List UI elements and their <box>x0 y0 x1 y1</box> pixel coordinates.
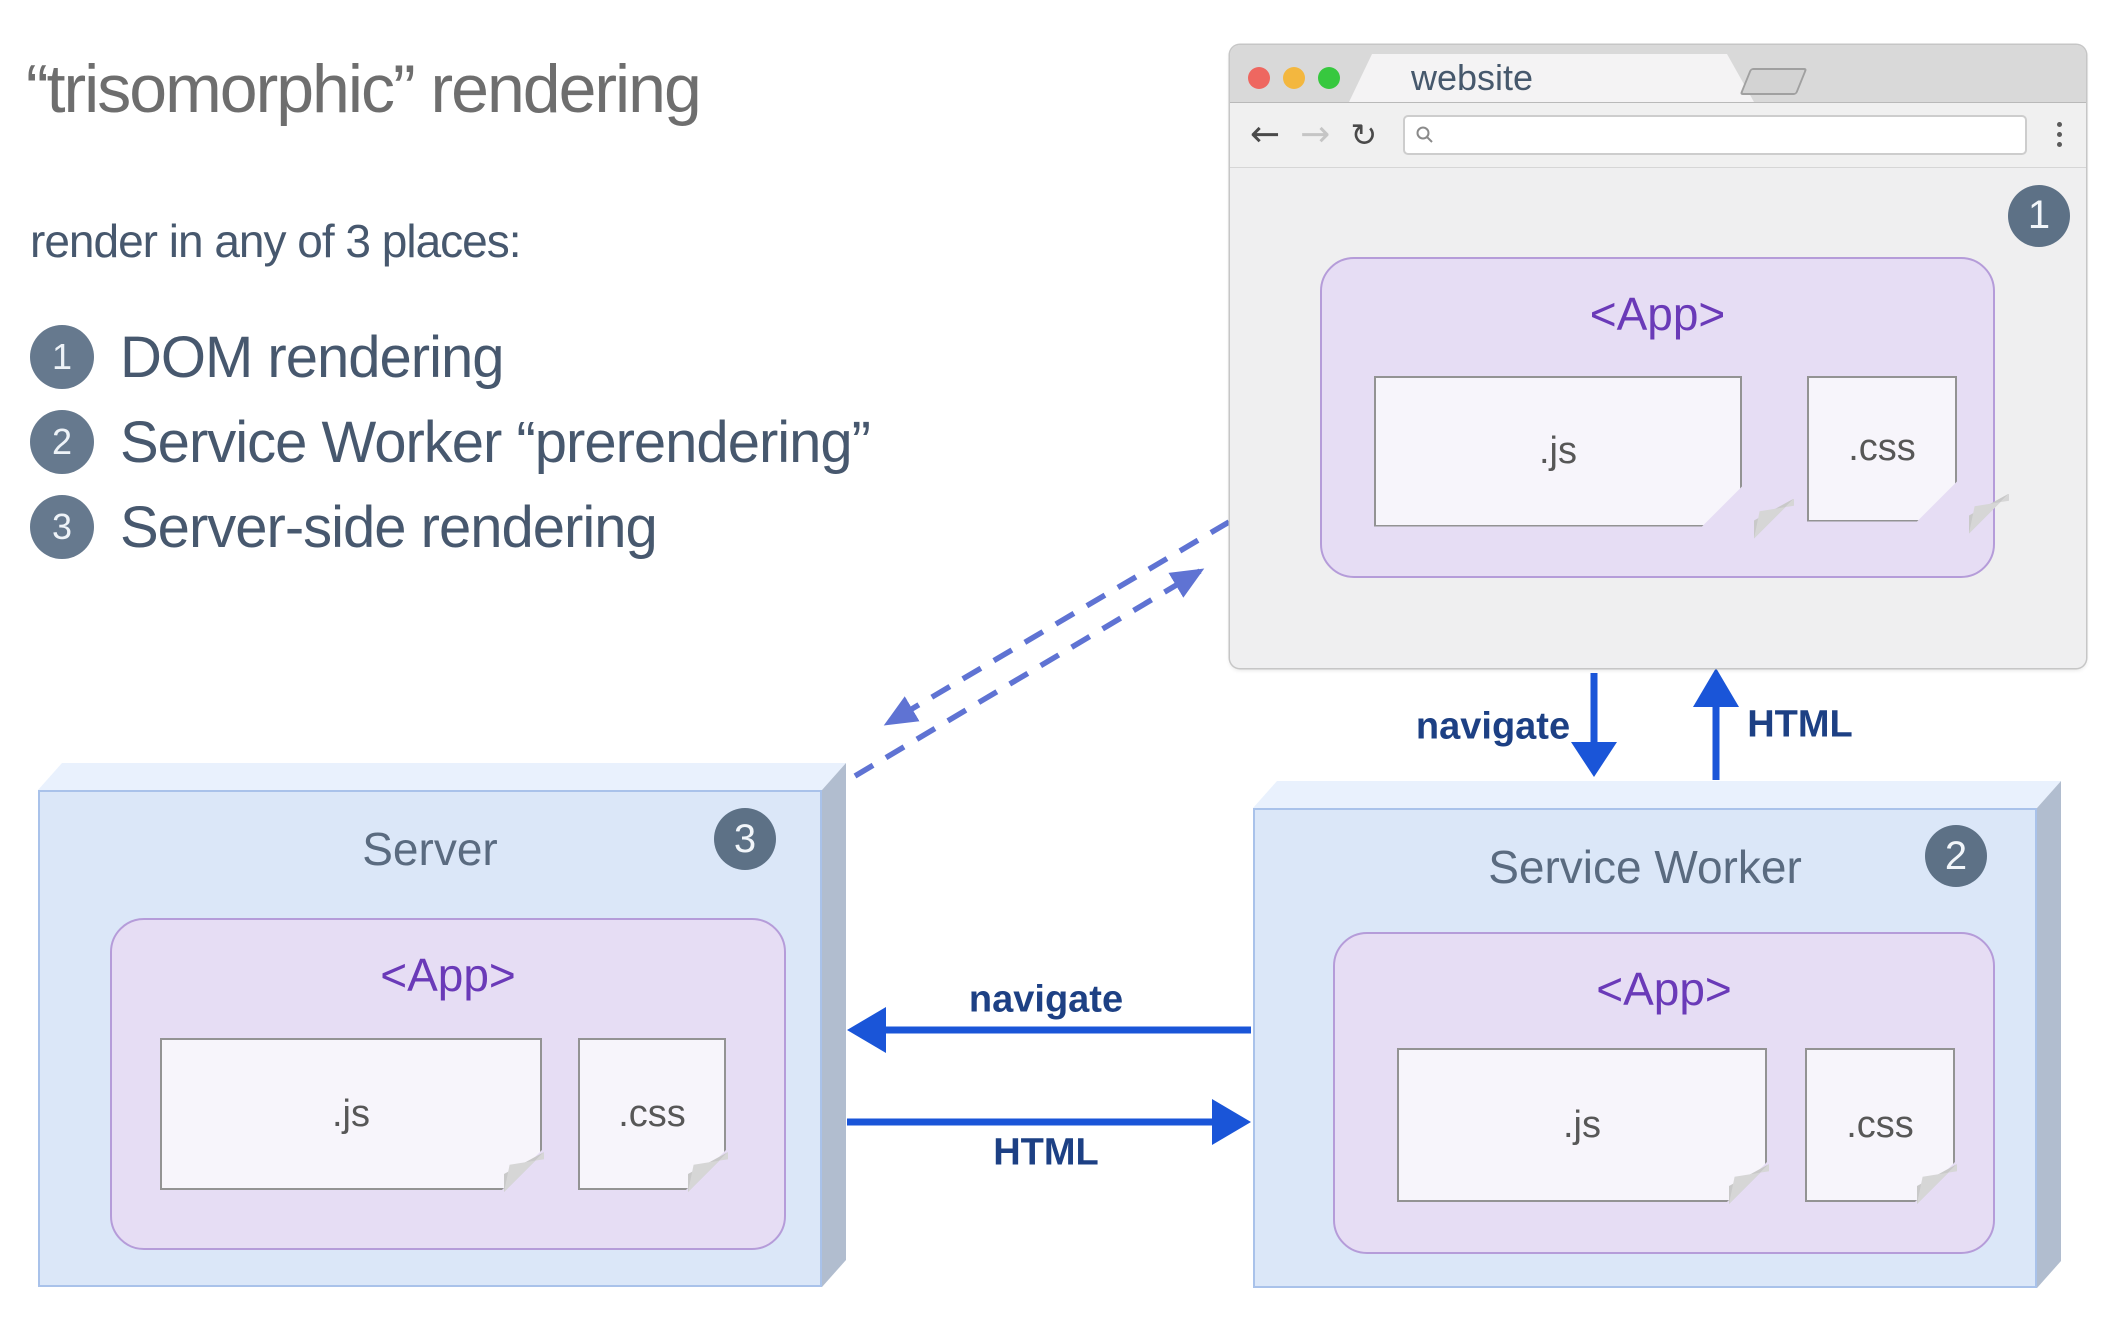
app-label: <App> <box>1596 963 1732 1015</box>
slide-canvas: “trisomorphic” rendering render in any o… <box>0 0 2108 1328</box>
service-worker-box-top-face <box>1253 781 2061 808</box>
page-subtitle: render in any of 3 places: <box>30 215 522 267</box>
css-file-label: .css <box>1846 1103 1914 1146</box>
service-worker-box: Service Worker 2 <App> .js .css <box>1253 781 2061 1288</box>
folded-corner <box>1754 498 1794 539</box>
step-badge-1: 1 <box>2008 184 2070 247</box>
service-worker-app-box: <App> .js .css <box>1333 932 1995 1254</box>
legend-badge-3: 3 <box>30 495 94 559</box>
forward-icon[interactable]: → <box>1300 116 1330 153</box>
browser-window: website ← → ↻ 1 <App> .js .css <box>1230 45 2086 668</box>
app-label: <App> <box>1589 287 1726 340</box>
back-icon[interactable]: ← <box>1250 116 1280 153</box>
tab-title: website <box>1411 57 1534 98</box>
css-file-card: .css <box>1807 376 1957 522</box>
browser-tab-bar: website <box>1230 45 2086 103</box>
js-file-label: .js <box>1563 1103 1601 1146</box>
legend-badge-2: 2 <box>30 410 94 474</box>
legend-label: DOM rendering <box>120 324 504 390</box>
server-box-top-face <box>38 763 846 790</box>
js-file-card: .js <box>1397 1048 1767 1202</box>
search-icon <box>1416 126 1433 143</box>
server-box-side-face <box>822 763 846 1287</box>
folded-corner <box>1969 493 2009 534</box>
app-label: <App> <box>380 949 516 1001</box>
server-app-box: <App> .js .css <box>110 918 786 1250</box>
browser-app-box: <App> .js .css <box>1320 256 2009 578</box>
new-tab-button[interactable] <box>1739 68 1808 95</box>
legend-item-dom: 1 DOM rendering <box>30 324 870 390</box>
server-title: Server <box>362 823 498 875</box>
navigate-label-server: navigate <box>968 978 1124 1021</box>
reload-icon[interactable]: ↻ <box>1350 119 1377 151</box>
legend-list: 1 DOM rendering 2 Service Worker “preren… <box>30 324 871 580</box>
traffic-light-minimize-icon[interactable] <box>1283 67 1305 89</box>
browser-toolbar: ← → ↻ <box>1230 103 2086 168</box>
legend-label: Service Worker “prerendering” <box>120 409 871 475</box>
legend-item-server-side: 3 Server-side rendering <box>30 494 870 560</box>
html-label-server: HTML <box>993 1131 1099 1174</box>
page-title: “trisomorphic” rendering <box>26 51 702 127</box>
url-bar[interactable] <box>1403 114 2027 155</box>
js-file-card: .js <box>1374 376 1742 527</box>
js-file-card: .js <box>160 1038 542 1190</box>
browser-content: 1 <App> .js .css <box>1230 167 2086 667</box>
traffic-light-zoom-icon[interactable] <box>1318 67 1340 89</box>
url-input[interactable] <box>1443 120 2015 149</box>
traffic-light-close-icon[interactable] <box>1248 67 1270 89</box>
dashed-arrow-to-browser <box>853 568 1205 779</box>
js-file-label: .js <box>332 1092 370 1135</box>
html-up-arrow-head <box>1693 668 1739 707</box>
css-file-label: .css <box>618 1092 686 1135</box>
css-file-label: .css <box>1848 427 1916 469</box>
legend-item-service-worker: 2 Service Worker “prerendering” <box>30 409 871 475</box>
html-right-arrow-head <box>1212 1099 1251 1145</box>
navigate-down-arrow-head <box>1571 742 1617 777</box>
step-badge-3: 3 <box>714 808 776 870</box>
service-worker-box-side-face <box>2037 781 2061 1288</box>
service-worker-box-front-face: Service Worker 2 <App> .js .css <box>1253 808 2037 1288</box>
service-worker-title: Service Worker <box>1488 841 1802 893</box>
navigate-left-arrow-head <box>847 1007 886 1053</box>
step-badge-2: 2 <box>1925 825 1987 887</box>
js-file-label: .js <box>1539 429 1577 472</box>
navigate-label-browser: navigate <box>1415 705 1571 748</box>
dashed-arrow-to-server <box>883 519 1231 726</box>
server-box-front-face: Server 3 <App> .js .css <box>38 790 822 1287</box>
html-label-browser: HTML <box>1747 703 1853 746</box>
server-box: Server 3 <App> .js .css <box>38 763 846 1287</box>
browser-tab[interactable]: website <box>1349 54 1754 102</box>
menu-dots-icon[interactable] <box>2053 118 2066 151</box>
legend-label: Server-side rendering <box>120 494 658 560</box>
legend-badge-1: 1 <box>30 325 94 389</box>
